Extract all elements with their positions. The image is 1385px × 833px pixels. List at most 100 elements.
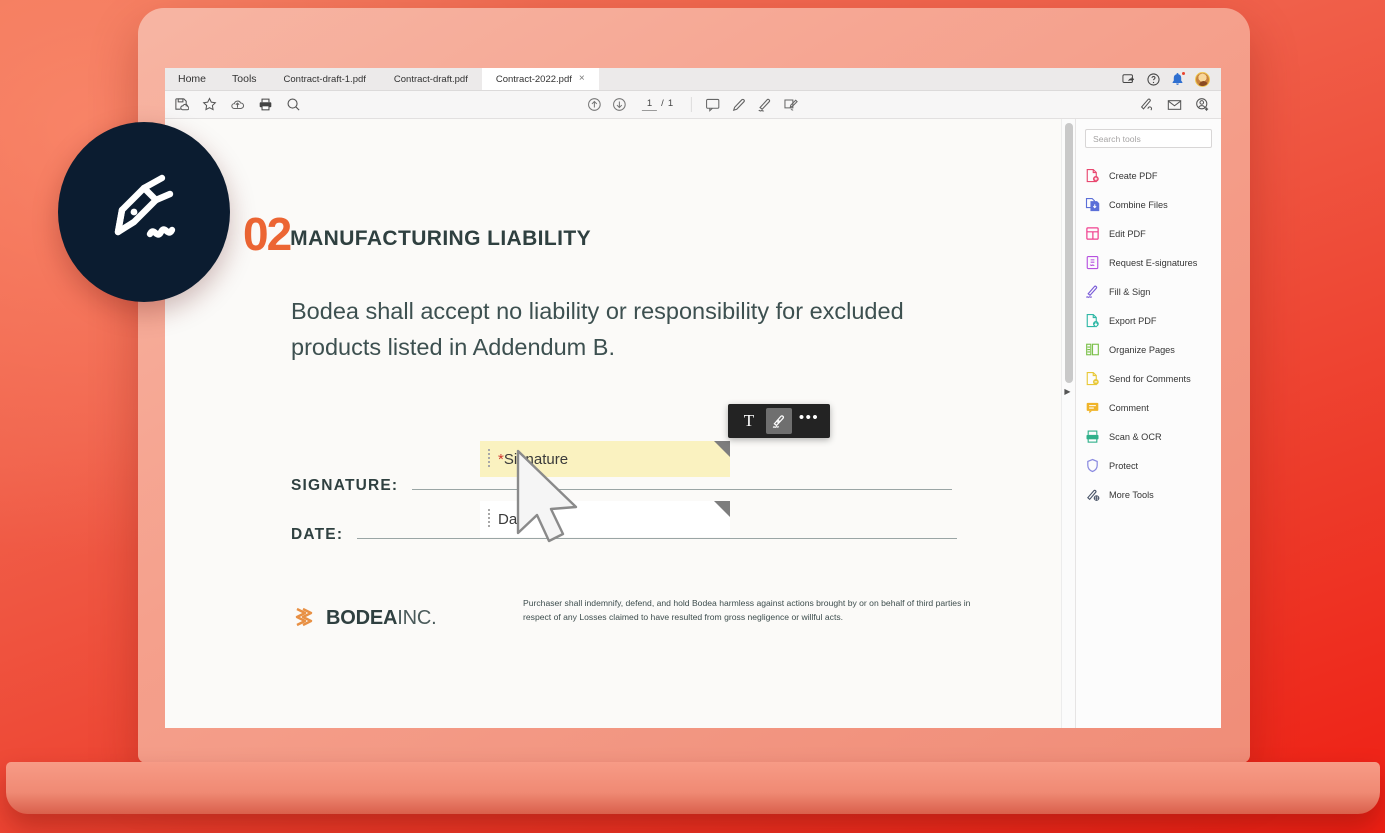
star-bookmark-icon[interactable] [202,97,217,112]
screenshot-stage: Home Tools Contract-draft-1.pdf Contract… [0,0,1385,833]
fill-and-sign-icon [1085,284,1100,299]
esignature-badge [58,122,230,302]
brand-name-bold: BODEA [326,606,398,629]
tool-label: Protect [1109,460,1139,471]
signature-field[interactable]: * Signature [480,441,730,477]
tool-label: Edit PDF [1109,228,1146,239]
comment-icon [1085,400,1100,415]
scrollbar-thumb[interactable] [1065,123,1073,383]
page-indicator[interactable]: 1 / 1 [641,98,674,111]
tool-label: Export PDF [1109,315,1157,326]
menu-home[interactable]: Home [165,68,219,90]
legal-paragraph: Purchaser shall indemnify, defend, and h… [523,598,971,622]
panel-collapse-arrow-icon[interactable]: ▶ [1062,384,1073,398]
brand-name-light: INC. [397,606,437,629]
document-pane: 02 MANUFACTURING LIABILITY Bodea shall a… [165,119,1075,728]
signature-rule [412,489,953,490]
add-person-icon[interactable] [1195,97,1210,112]
tool-comment[interactable]: Comment [1076,393,1221,422]
share-icon[interactable] [1122,73,1136,86]
tab-contract-draft[interactable]: Contract-draft.pdf [380,68,482,90]
pdf-application-window: Home Tools Contract-draft-1.pdf Contract… [165,68,1221,728]
tab-label: Contract-draft.pdf [393,73,468,85]
tool-edit-pdf[interactable]: Edit PDF [1076,219,1221,248]
bodea-logo-mark [295,607,313,627]
add-signature-icon[interactable] [766,408,792,434]
close-icon[interactable]: × [579,74,585,84]
date-field-placeholder: Date [498,510,530,528]
tool-send-for-comments[interactable]: Send for Comments [1076,364,1221,393]
next-page-icon[interactable] [612,97,627,112]
comment-icon[interactable] [705,97,721,113]
tab-contract-draft-1[interactable]: Contract-draft-1.pdf [270,68,380,90]
notification-bell-icon[interactable] [1171,71,1186,86]
date-field[interactable]: Date [480,501,730,537]
more-options-icon[interactable]: ••• [796,408,822,434]
sign-icon[interactable] [757,97,773,113]
search-tools-placeholder: Search tools [1093,133,1141,144]
tool-scan-and-ocr[interactable]: Scan & OCR [1076,422,1221,451]
scan-and-ocr-icon [1085,429,1100,444]
tool-combine-files[interactable]: Combine Files [1076,190,1221,219]
date-label: DATE: [291,526,344,543]
tool-organize-pages[interactable]: Organize Pages [1076,335,1221,364]
help-icon[interactable] [1147,72,1160,86]
zoom-search-icon[interactable] [286,97,301,112]
document-vertical-scrollbar[interactable]: ▶ [1061,119,1075,728]
menu-tools[interactable]: Tools [219,68,270,90]
toolbar-left-group [165,97,301,112]
tab-label: Contract-draft-1.pdf [283,73,366,85]
pdf-page: 02 MANUFACTURING LIABILITY Bodea shall a… [165,119,1061,728]
tool-request-esignatures[interactable]: Request E-signatures [1076,248,1221,277]
toolbar-right-group [1139,97,1221,112]
tool-label: Organize Pages [1109,344,1175,355]
tool-label: Send for Comments [1109,373,1191,384]
tab-label: Contract-2022.pdf [495,73,572,85]
tool-export-pdf[interactable]: Export PDF [1076,306,1221,335]
highlight-pen-icon[interactable] [731,97,747,113]
main-toolbar: 1 / 1 [165,91,1221,119]
page-current-input[interactable]: 1 [641,98,658,111]
date-rule [357,538,958,539]
field-corner-marker [714,441,730,457]
laptop-base [6,762,1380,814]
bodea-logo: BODEAINC. [291,597,523,631]
search-tools-input[interactable]: Search tools [1085,129,1212,148]
save-to-cloud-icon[interactable] [174,97,189,112]
tool-label: Fill & Sign [1109,286,1151,297]
tool-create-pdf[interactable]: Create PDF [1076,161,1221,190]
tool-more-tools[interactable]: More Tools [1076,480,1221,509]
signature-field-placeholder: Signature [503,450,569,468]
brand-name: BODEAINC. [326,606,437,630]
toolbar-divider [691,97,693,112]
previous-page-icon[interactable] [587,97,602,112]
add-text-icon[interactable]: T [736,408,762,434]
send-for-comments-icon [1085,371,1100,386]
email-icon[interactable] [1167,98,1182,112]
print-icon[interactable] [258,97,273,112]
user-avatar[interactable] [1195,71,1210,87]
field-floating-toolbar: T ••• [728,404,830,438]
tool-label: Request E-signatures [1109,257,1198,268]
toolbar-center-group: 1 / 1 [587,97,799,113]
request-signature-icon[interactable] [1139,97,1154,112]
tool-protect[interactable]: Protect [1076,451,1221,480]
tab-contract-2022[interactable]: Contract-2022.pdf × [481,68,599,90]
upload-cloud-icon[interactable] [230,97,245,112]
page-separator: / [661,98,664,109]
protect-shield-icon [1085,458,1100,473]
more-tools-icon [1085,487,1100,502]
tools-sidebar: Search tools Create PDF Combine Files Ed… [1075,119,1221,728]
signature-label: SIGNATURE: [291,477,399,494]
section-body-text: Bodea shall accept no liability or respo… [291,298,904,360]
section-heading: 02 MANUFACTURING LIABILITY [243,211,591,257]
tool-label: Scan & OCR [1109,431,1162,442]
notification-badge-dot [1181,71,1186,76]
window-account-controls [1122,68,1221,90]
request-esignatures-icon [1085,255,1100,270]
page-total: 1 [667,98,674,109]
menu-home-label: Home [178,73,207,85]
tool-fill-and-sign[interactable]: Fill & Sign [1076,277,1221,306]
organize-pages-icon [1085,342,1100,357]
fill-and-sign-icon[interactable] [783,97,799,113]
